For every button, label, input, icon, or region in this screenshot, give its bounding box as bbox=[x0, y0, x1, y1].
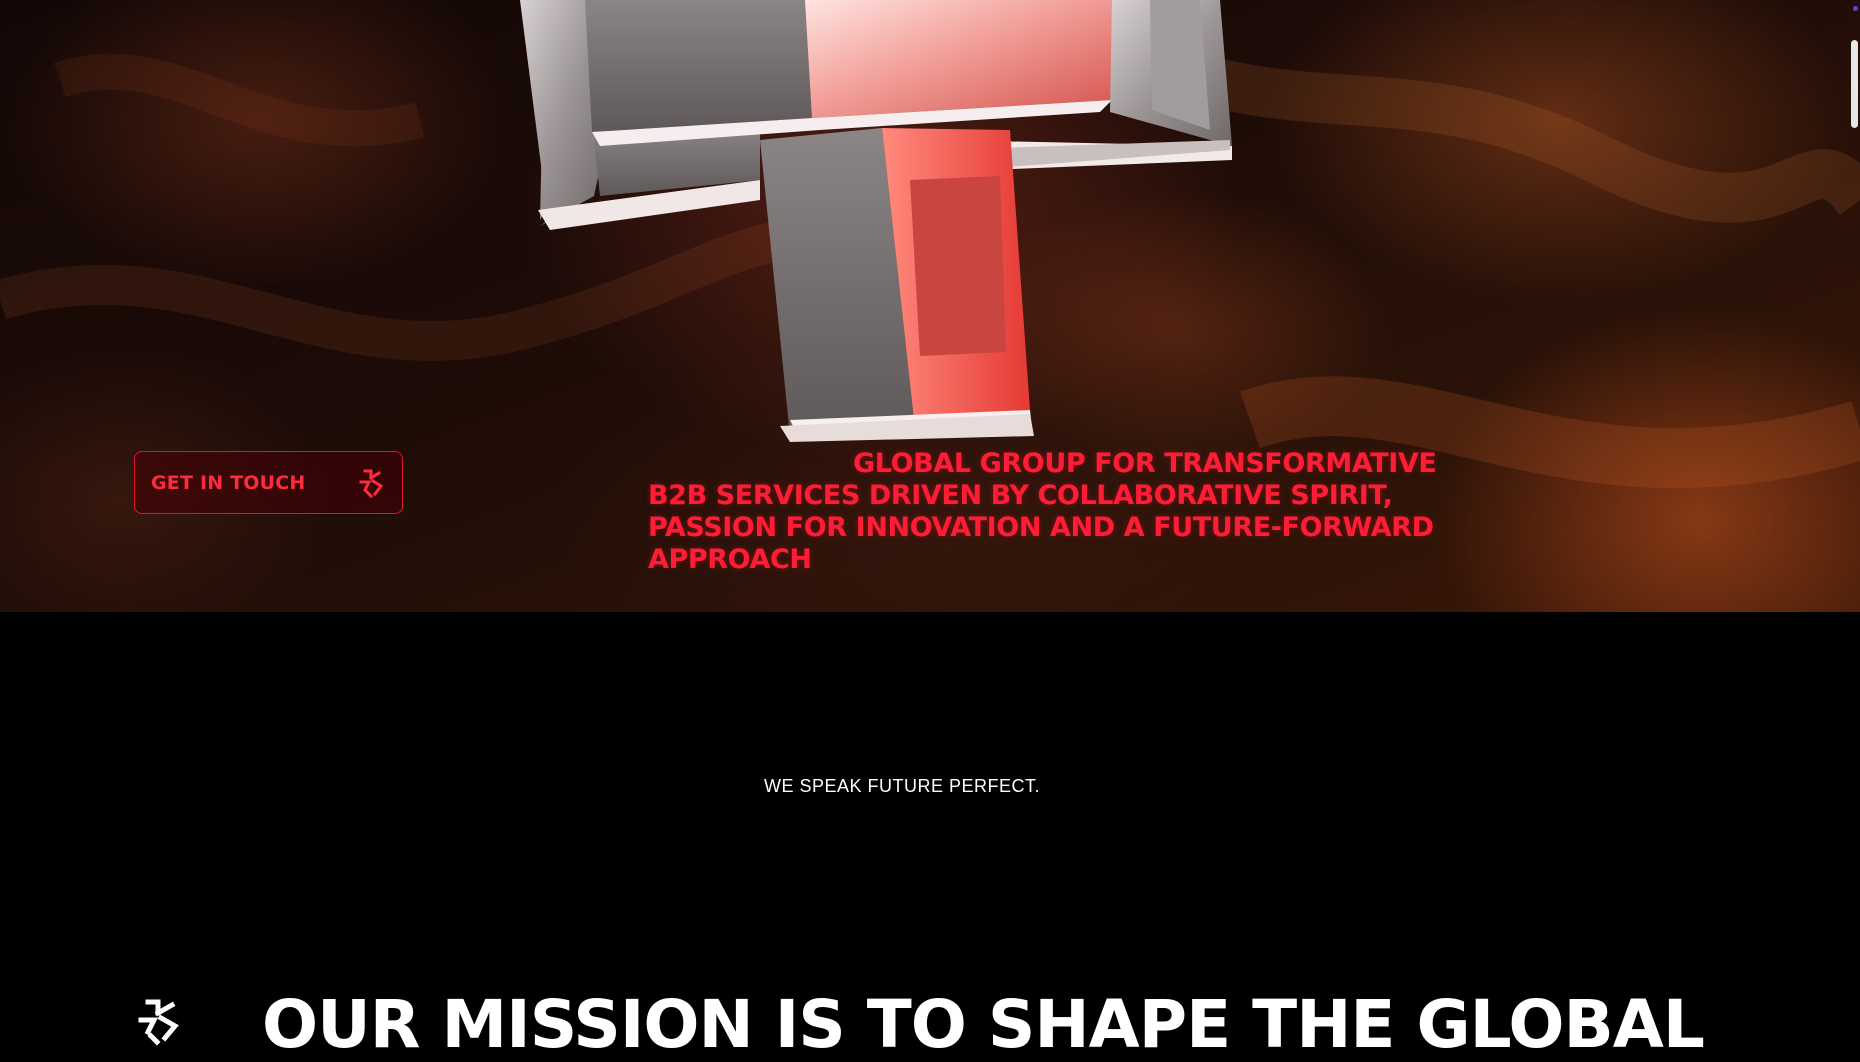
page: GET IN TOUCH GLOBAL GROUP FOR TRANSFORMA… bbox=[0, 0, 1860, 1062]
slogan-text: WE SPEAK FUTURE PERFECT. bbox=[763, 776, 1041, 796]
hero-section: GET IN TOUCH GLOBAL GROUP FOR TRANSFORMA… bbox=[0, 0, 1860, 612]
get-in-touch-button[interactable]: GET IN TOUCH bbox=[134, 451, 403, 514]
hero-tagline: GLOBAL GROUP FOR TRANSFORMATIVE B2B SERV… bbox=[648, 448, 1437, 575]
scrollbar-thumb[interactable] bbox=[1851, 40, 1858, 128]
get-in-touch-label: GET IN TOUCH bbox=[151, 471, 306, 494]
page-scrollbar[interactable] bbox=[1848, 0, 1860, 1062]
indicator-dot bbox=[1853, 6, 1858, 11]
brand-mark-icon bbox=[356, 468, 386, 498]
mission-heading: OUR MISSION IS TO SHAPE THE GLOBAL bbox=[262, 986, 1705, 1062]
brand-mark-icon bbox=[136, 998, 180, 1046]
